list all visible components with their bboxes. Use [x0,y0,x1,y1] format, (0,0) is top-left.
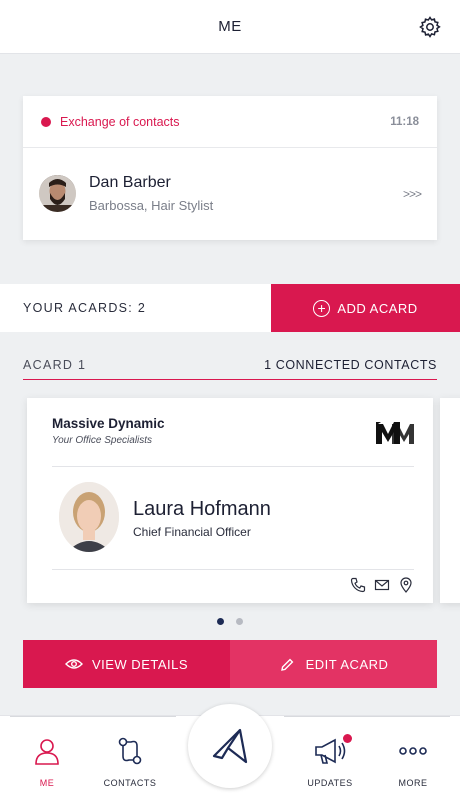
more-icon [399,747,427,755]
nav-label-contacts: CONTACTS [103,778,157,788]
page-title: ME [218,18,242,35]
unread-indicator [41,116,51,127]
person-title: Chief Financial Officer [133,525,251,539]
view-details-label: VIEW DETAILS [91,656,189,672]
acard-label: ACARD 1 [23,357,87,372]
gear-icon [419,16,441,38]
eye-icon [64,659,83,669]
acard-actions: VIEW DETAILS EDIT ACARD [23,640,437,688]
app-logo-icon [212,728,248,764]
contact-methods [350,577,414,593]
contacts-icon [118,737,142,765]
updates-badge [343,734,352,743]
business-card[interactable]: Massive Dynamic Your Office Specialists … [27,398,433,603]
phone-icon[interactable] [350,577,366,593]
exchange-notification-card: Exchange of contacts 11:18 Dan Barber Ba… [23,96,437,240]
company-tagline: Your Office Specialists [52,435,153,446]
contact-name: Dan Barber [89,174,171,191]
edit-acard-button[interactable]: EDIT ACARD [230,640,437,688]
contact-subtitle: Barbossa, Hair Stylist [89,198,214,213]
top-bar: ME [0,0,460,54]
nav-divider [10,716,176,717]
megaphone-icon [315,738,346,764]
connected-contacts-link[interactable]: 1 CONNECTED CONTACTS [264,358,437,372]
acards-bar: YOUR ACARDS: 2 + ADD ACARD [0,284,460,332]
nav-me[interactable]: ME [7,736,87,788]
nav-updates[interactable]: UPDATES [290,734,370,788]
mail-icon[interactable] [374,577,390,593]
company-logo [374,418,414,446]
nav-more[interactable]: MORE [373,736,453,788]
contact-row[interactable]: Dan Barber Barbossa, Hair Stylist >>> [23,148,437,239]
pencil-icon [280,658,293,671]
notification-time: 11:18 [390,115,419,128]
add-acard-label: ADD ACARD [337,300,418,316]
person-name: Laura Hofmann [133,498,271,520]
acard-header: ACARD 1 1 CONNECTED CONTACTS [23,350,437,380]
pager-dot-2[interactable] [236,618,243,625]
pager-dot-1[interactable] [217,618,224,625]
nav-label-updates: UPDATES [307,778,353,788]
acard-logo-button[interactable] [188,704,272,788]
notification-label: Exchange of contacts [60,114,180,129]
carousel-pager [0,618,460,625]
acards-count: YOUR ACARDS: 2 [23,301,147,315]
divider [52,569,414,570]
nav-contacts[interactable]: CONTACTS [90,736,170,788]
avatar [39,175,76,212]
divider [52,466,414,467]
nav-label-more: MORE [398,778,428,788]
nav-label-me: ME [39,778,55,788]
notification-header: Exchange of contacts 11:18 [23,96,437,148]
view-details-button[interactable]: VIEW DETAILS [23,640,230,688]
nav-divider [284,716,450,717]
plus-circle-icon: + [313,299,331,317]
company-name: Massive Dynamic [52,416,165,431]
add-acard-button[interactable]: + ADD ACARD [271,284,460,332]
chevron-right-icon: >>> [402,186,422,201]
next-business-card-peek[interactable] [440,398,460,603]
settings-button[interactable] [418,15,442,39]
person-icon [35,739,59,765]
bottom-navigation: ME CONTACTS UPDATES MORE [0,704,460,800]
location-pin-icon[interactable] [398,577,414,593]
edit-acard-label: EDIT ACARD [305,656,389,672]
avatar [59,482,119,552]
